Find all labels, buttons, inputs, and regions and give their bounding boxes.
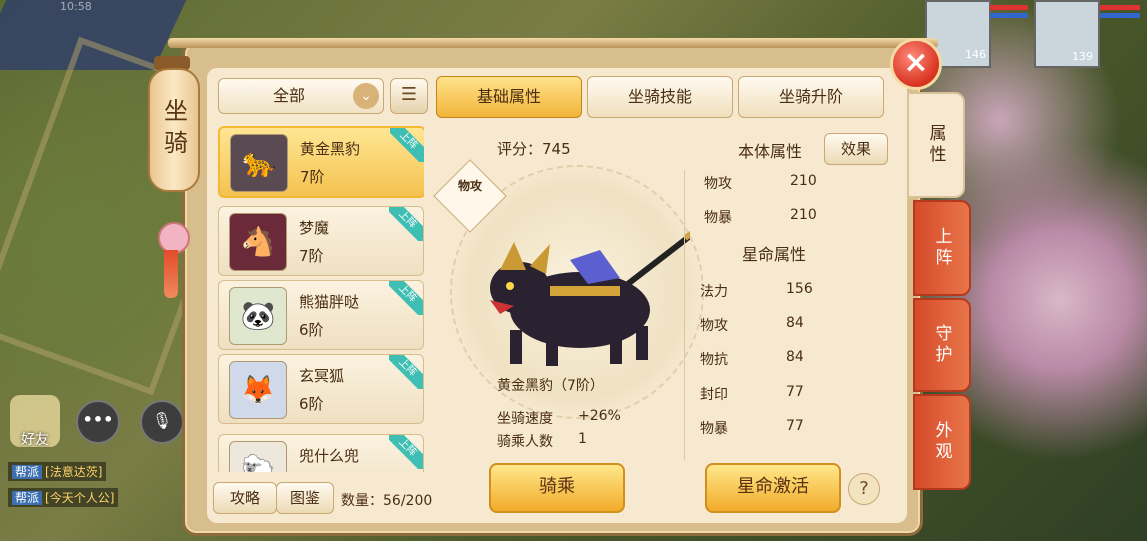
mount-level: 7阶 (300, 168, 325, 186)
attr-value: 77 (786, 384, 804, 400)
chat-line[interactable]: 帮派 [今天个人公] (8, 488, 119, 507)
riders-label: 骑乘人数 (497, 434, 553, 450)
speed-value: +26% (578, 408, 621, 424)
side-tab-attributes[interactable]: 属性 (907, 92, 965, 198)
codex-button[interactable]: 图鉴 (276, 482, 334, 514)
ride-button[interactable]: 骑乘 (489, 463, 625, 513)
riders-value: 1 (578, 431, 587, 447)
pet-level: 146 (965, 48, 986, 61)
attr-value: 84 (786, 315, 804, 331)
tab-basic-attributes[interactable]: 基础属性 (436, 76, 582, 118)
attr-key: 物暴 (704, 210, 732, 226)
mount-name: 梦魔 (299, 219, 330, 237)
mount-name: 黄金黑豹 (300, 140, 361, 158)
category-filter-select[interactable]: 全部 ⌄ (218, 78, 384, 114)
friends-label: 好友 (21, 432, 49, 448)
nightmare-icon: 🐴 (229, 213, 287, 271)
panda-icon: 🐼 (229, 287, 287, 345)
attr-value: 156 (786, 281, 813, 297)
attr-key: 物攻 (700, 318, 728, 334)
attr-value: 210 (790, 207, 817, 223)
player-hp-bar (1100, 5, 1140, 10)
deployed-badge: 上阵 (389, 355, 423, 389)
tab-mount-skills[interactable]: 坐骑技能 (587, 76, 733, 118)
attr-value: 210 (790, 173, 817, 189)
mount-list-item[interactable]: 🦊 玄冥狐 6阶 上阵 (218, 354, 424, 424)
microphone-icon[interactable]: 🎙 (140, 400, 184, 444)
mount-model-image[interactable] (480, 230, 690, 370)
hp-bar (990, 5, 1028, 10)
attribute-divider (684, 170, 685, 460)
side-tab-guard[interactable]: 守护 (913, 298, 971, 392)
fox-icon: 🦊 (229, 361, 287, 419)
attr-key: 物攻 (704, 176, 732, 192)
deployed-badge: 上阵 (389, 435, 423, 469)
player-mp-bar (1100, 13, 1140, 18)
star-activate-button[interactable]: 星命激活 (705, 463, 841, 513)
friends-button[interactable]: 好友 (10, 395, 60, 448)
mount-list-item[interactable]: 🐴 梦魔 7阶 上阵 (218, 206, 424, 276)
player-level: 139 (1072, 50, 1093, 63)
selected-mount-name: 黄金黑豹（7阶） (497, 378, 604, 394)
close-button[interactable]: × (890, 38, 942, 90)
chevron-down-icon: ⌄ (353, 83, 379, 109)
deployed-badge: 上阵 (390, 128, 424, 162)
creature-icon: 🐑 (229, 441, 287, 472)
effect-button[interactable]: 效果 (824, 133, 888, 165)
tab-mount-upgrade[interactable]: 坐骑升阶 (738, 76, 884, 118)
tassel-icon (164, 250, 178, 298)
mount-type: 物攻 (457, 179, 482, 193)
panther-icon: 🐆 (230, 134, 288, 192)
attr-value: 77 (786, 418, 804, 434)
sort-list-icon[interactable]: ☰ (390, 78, 428, 114)
mount-count: 数量：56/200 (341, 493, 433, 509)
mount-name: 熊猫胖哒 (299, 293, 360, 311)
deployed-badge: 上阵 (389, 281, 423, 315)
mount-list[interactable]: 🐆 黄金黑豹 7阶 上阵 🐴 梦魔 7阶 上阵 🐼 熊猫胖哒 6阶 上阵 🦊 玄… (218, 124, 424, 472)
mount-score: 评分：745 (497, 140, 571, 158)
panel-top-beam (168, 38, 938, 48)
attr-key: 物暴 (700, 421, 728, 437)
chat-line[interactable]: 帮派 [法意达茨] (8, 462, 107, 481)
mount-level: 6阶 (299, 321, 324, 339)
attr-key: 物抗 (700, 352, 728, 368)
side-tab-appearance[interactable]: 外观 (913, 394, 971, 490)
mount-list-item[interactable]: 🐼 熊猫胖哒 6阶 上阵 (218, 280, 424, 350)
mount-level: 7阶 (299, 247, 324, 265)
side-tab-deploy[interactable]: 上阵 (913, 200, 971, 296)
attr-key: 法力 (700, 284, 728, 300)
status-time: 10:58 (60, 0, 92, 13)
speed-label: 坐骑速度 (497, 411, 553, 427)
filter-selected: 全部 (272, 86, 305, 105)
mount-list-item[interactable]: 🐆 黄金黑豹 7阶 上阵 (218, 126, 424, 198)
help-icon[interactable]: ? (848, 473, 880, 505)
mount-name: 玄冥狐 (299, 367, 345, 385)
panel-title-lantern: 坐骑 (148, 68, 200, 192)
attr-key: 封印 (700, 387, 728, 403)
mount-level: 6阶 (299, 395, 324, 413)
mount-list-item[interactable]: 🐑 兜什么兜 上阵 (218, 434, 424, 472)
base-attributes-title: 本体属性 (738, 142, 803, 161)
chat-icon[interactable]: ••• (76, 400, 120, 444)
attr-value: 84 (786, 349, 804, 365)
star-attributes-title: 星命属性 (742, 245, 807, 264)
mp-bar (990, 13, 1028, 18)
mount-name: 兜什么兜 (299, 447, 360, 465)
deployed-badge: 上阵 (389, 207, 423, 241)
guide-button[interactable]: 攻略 (213, 482, 277, 514)
